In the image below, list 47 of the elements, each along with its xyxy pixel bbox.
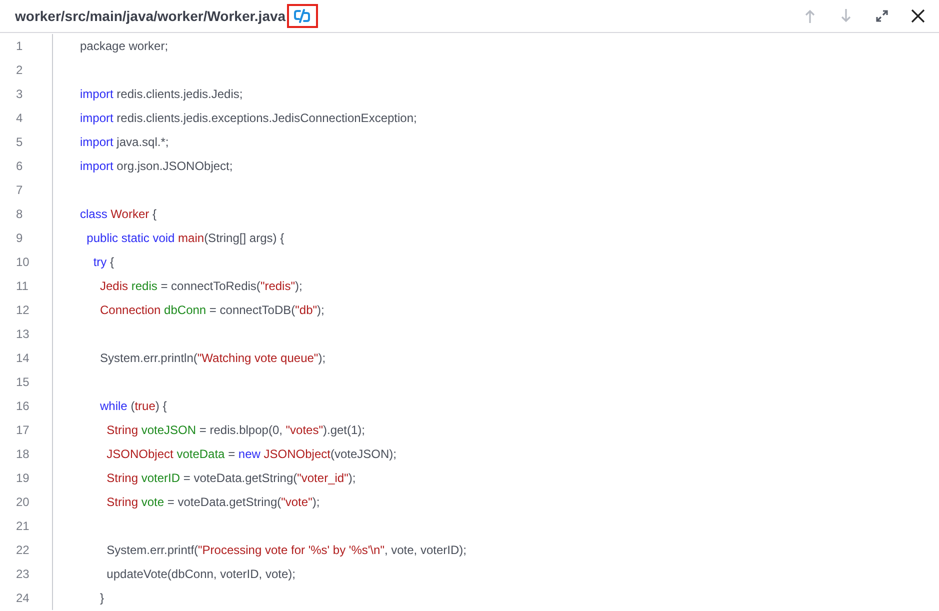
line-number: 3 (16, 86, 23, 103)
code-line: } (99, 590, 104, 607)
line-number: 24 (16, 590, 30, 607)
line-number: 20 (16, 494, 30, 511)
line-number: 9 (16, 230, 23, 247)
link-icon[interactable] (294, 9, 310, 23)
line-number: 21 (16, 518, 30, 535)
line-number: 23 (16, 566, 30, 583)
code-line: System.err.println("Watching vote queue"); (99, 350, 326, 367)
code-line: class Worker { (80, 206, 156, 223)
line-number: 18 (16, 446, 30, 463)
code-line: import java.sql.*; (80, 134, 169, 151)
line-number: 11 (16, 278, 28, 295)
code-line: updateVote(dbConn, voterID, vote); (106, 566, 296, 583)
line-number: 5 (16, 134, 23, 151)
code-line: while (true) { (99, 398, 167, 415)
code-line: String voteJSON = redis.blpop(0, "votes").get(1); (106, 422, 365, 439)
code-line: package worker; (80, 38, 168, 55)
code-line: import org.json.JSONObject; (80, 158, 233, 175)
code-line: import redis.clients.jedis.exceptions.JedisConnectionException; (80, 110, 417, 127)
line-number: 14 (16, 350, 30, 367)
file-path-title: worker/src/main/java/worker/Worker.java (15, 6, 286, 26)
code-line: String vote = voteData.getString("vote"); (106, 494, 320, 511)
code-line: JSONObject voteData = new JSONObject(voteJSON); (106, 446, 396, 463)
line-number: 7 (16, 182, 23, 199)
line-number: 22 (16, 542, 30, 559)
code-line: import redis.clients.jedis.Jedis; (80, 86, 243, 103)
line-number: 10 (16, 254, 30, 271)
code-line: System.err.printf("Processing vote for '%s' by '%s'\n", vote, voterID); (106, 542, 466, 559)
line-number: 8 (16, 206, 23, 223)
line-number: 12 (16, 302, 30, 319)
line-number: 1 (16, 38, 23, 55)
code-line: public static void main(String[] args) { (86, 230, 284, 247)
line-number: 16 (16, 398, 30, 415)
line-number: 4 (16, 110, 23, 127)
code-line: try { (92, 254, 114, 271)
code-line: Connection dbConn = connectToDB("db"); (99, 302, 324, 319)
line-number: 17 (16, 422, 30, 439)
line-number: 15 (16, 374, 30, 391)
code-line: Jedis redis = connectToRedis("redis"); (99, 278, 302, 295)
close-icon[interactable] (911, 9, 925, 23)
line-number: 19 (16, 470, 30, 487)
code-line: String voterID = voteData.getString("voter_id"); (106, 470, 356, 487)
line-number: 2 (16, 62, 23, 79)
line-number: 13 (16, 326, 30, 343)
expand-icon[interactable] (875, 9, 889, 23)
line-number: 6 (16, 158, 23, 175)
